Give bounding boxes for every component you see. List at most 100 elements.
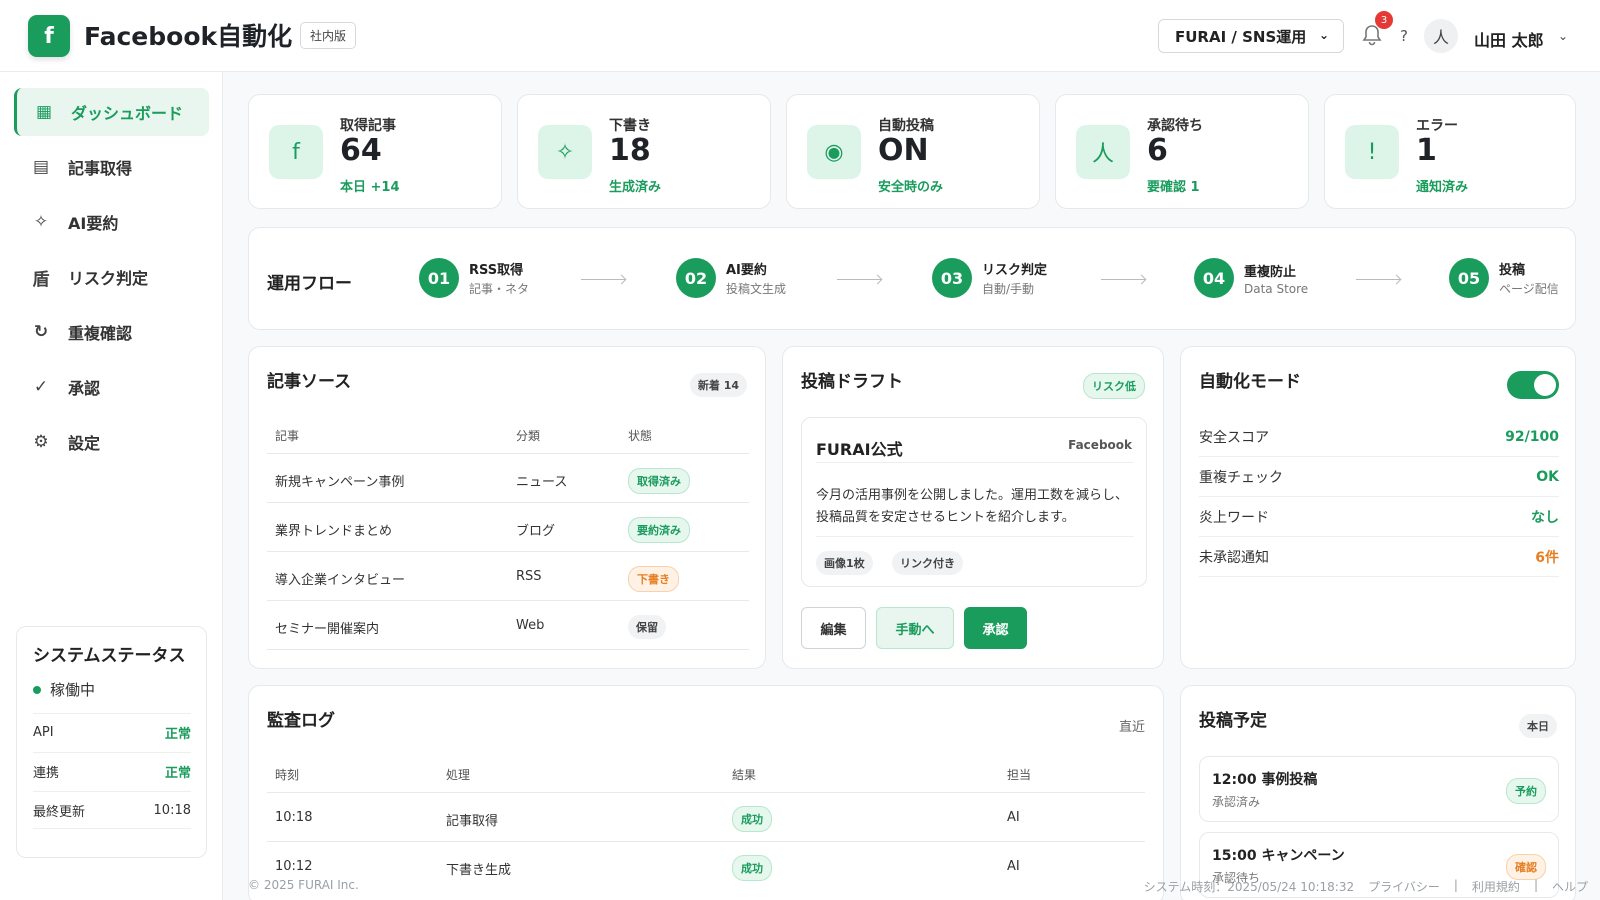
sidebar-item-duplicate-check[interactable]: ↻ 重複確認 bbox=[14, 308, 209, 356]
flow-step-label: 投稿 bbox=[1499, 263, 1526, 278]
column-header[interactable]: 担当 bbox=[1007, 766, 1031, 783]
workspace-selector[interactable]: FURAI / SNS運用 ⌄ bbox=[1158, 19, 1344, 53]
privacy-link[interactable]: プライバシー bbox=[1368, 878, 1440, 895]
status-row-value: 10:18 bbox=[153, 802, 191, 818]
check-icon: ✓ bbox=[33, 377, 49, 397]
status-row-value: 正常 bbox=[164, 727, 191, 742]
flow-step-number: 05 bbox=[1449, 258, 1489, 298]
status-badge: 下書き bbox=[628, 566, 679, 592]
help-icon[interactable]: ? bbox=[1400, 27, 1408, 45]
stat-label: 下書き bbox=[609, 118, 651, 134]
divider bbox=[267, 453, 749, 454]
column-header[interactable]: 状態 bbox=[628, 427, 652, 444]
status-badge: 要約済み bbox=[628, 517, 690, 543]
approve-button[interactable]: 承認 bbox=[964, 607, 1027, 649]
column-header[interactable]: 分類 bbox=[516, 427, 540, 444]
today-badge: 本日 bbox=[1519, 714, 1557, 738]
system-status-card: システムステータス 稼働中 API 正常 連携 正常 最終更新 10:18 bbox=[16, 626, 207, 858]
user-name[interactable]: 山田 太郎 bbox=[1474, 27, 1544, 51]
schedule-title: 15:00 キャンペーン bbox=[1212, 848, 1345, 864]
stat-card-drafts[interactable]: ✧ 下書き 18 生成済み bbox=[517, 94, 771, 209]
status-row-last-updated: 最終更新 10:18 bbox=[33, 791, 191, 829]
column-header[interactable]: 処理 bbox=[446, 766, 470, 783]
sparkle-icon: ✧ bbox=[33, 212, 49, 232]
flow-step-label: 重複防止 bbox=[1244, 264, 1297, 280]
article-category: Web bbox=[516, 618, 545, 633]
sidebar-item-label: リスク判定 bbox=[68, 269, 149, 288]
footer-separator: | bbox=[1453, 878, 1458, 892]
sidebar-item-ai-summary[interactable]: ✧ AI要約 bbox=[14, 198, 209, 246]
sidebar-item-settings[interactable]: ⚙ 設定 bbox=[14, 418, 209, 466]
sidebar-item-label: 記事取得 bbox=[68, 159, 133, 178]
flow-step-number: 04 bbox=[1194, 258, 1234, 298]
schedule-item[interactable]: 12:00 事例投稿 承認済み 予約 bbox=[1199, 756, 1559, 822]
draft-preview[interactable]: FURAI公式 Facebook 今月の活用事例を公開しました。運用工数を減らし… bbox=[801, 417, 1147, 587]
app-logo[interactable]: f bbox=[28, 15, 70, 57]
log-time: 10:12 bbox=[275, 859, 313, 874]
edition-badge: 社内版 bbox=[300, 22, 357, 49]
help-link[interactable]: ヘルプ bbox=[1552, 878, 1588, 895]
stat-label: エラー bbox=[1416, 118, 1458, 134]
stat-card-errors[interactable]: ! エラー 1 通知済み bbox=[1324, 94, 1576, 209]
sidebar-item-risk-check[interactable]: 盾 リスク判定 bbox=[14, 253, 209, 301]
new-count-badge: 新着 14 bbox=[689, 373, 747, 397]
gear-icon: ⚙ bbox=[33, 432, 49, 452]
stat-value: ON bbox=[878, 133, 929, 168]
system-state: 稼働中 bbox=[50, 681, 96, 699]
stat-card-pending-approval[interactable]: 人 承認待ち 6 要確認 1 bbox=[1055, 94, 1309, 209]
edit-button[interactable]: 編集 bbox=[801, 607, 866, 649]
system-time: システム時刻：2025/05/24 10:18:32 bbox=[1143, 880, 1355, 894]
flow-title: 運用フロー bbox=[267, 274, 352, 294]
stat-card-auto-post[interactable]: ◉ 自動投稿 ON 安全時のみ bbox=[786, 94, 1040, 209]
log-action: 記事取得 bbox=[446, 814, 499, 829]
stat-value: 18 bbox=[609, 133, 651, 168]
sidebar-item-approval[interactable]: ✓ 承認 bbox=[14, 363, 209, 411]
stat-value: 64 bbox=[340, 133, 382, 168]
stat-value: 6 bbox=[1147, 133, 1168, 168]
terms-link[interactable]: 利用規約 bbox=[1472, 878, 1520, 895]
sidebar-item-label: 設定 bbox=[68, 434, 101, 453]
column-header[interactable]: 結果 bbox=[732, 766, 756, 783]
chevron-down-icon: ⌄ bbox=[1318, 28, 1329, 42]
panel-title: 投稿予定 bbox=[1199, 711, 1267, 731]
panel-title: 記事ソース bbox=[267, 372, 352, 392]
draft-body-line: 投稿品質を安定させるヒントを紹介します。 bbox=[816, 510, 1075, 525]
status-row-label: 最終更新 bbox=[33, 804, 86, 820]
divider bbox=[267, 551, 749, 552]
avatar[interactable]: 人 bbox=[1424, 19, 1458, 53]
column-header[interactable]: 時刻 bbox=[275, 766, 299, 783]
sidebar-item-dashboard[interactable]: ▦ ダッシュボード bbox=[14, 88, 209, 136]
stat-sub: 要確認 1 bbox=[1147, 180, 1200, 195]
notification-badge: 3 bbox=[1375, 11, 1393, 29]
post-schedule-panel: 投稿予定 本日 12:00 事例投稿 承認済み 予約 15:00 キャンペーン … bbox=[1180, 685, 1576, 900]
recent-filter[interactable]: 直近 bbox=[1119, 716, 1145, 735]
sidebar-item-article-fetch[interactable]: ▤ 記事取得 bbox=[14, 143, 209, 191]
arrow-right-icon bbox=[1101, 279, 1145, 280]
flow-step-label: RSS取得 bbox=[469, 263, 524, 278]
mode-row-safety-score: 安全スコア 92/100 bbox=[1199, 417, 1559, 457]
manual-button[interactable]: 手動へ bbox=[876, 607, 954, 649]
schedule-title: 12:00 事例投稿 bbox=[1212, 772, 1318, 788]
status-badge: 取得済み bbox=[628, 468, 690, 494]
flow-step-sub: ページ配信 bbox=[1499, 282, 1559, 296]
flow-step-label: AI要約 bbox=[726, 263, 767, 278]
article-title: セミナー開催案内 bbox=[275, 622, 380, 637]
automation-mode-panel: 自動化モード 安全スコア 92/100 重複チェック OK 炎上ワード なし 未… bbox=[1180, 346, 1576, 669]
footer-separator: | bbox=[1533, 878, 1538, 892]
column-header[interactable]: 記事 bbox=[275, 427, 299, 444]
page-name: FURAI公式 bbox=[816, 440, 903, 459]
attachment-tag: 画像1枚 bbox=[816, 551, 873, 575]
facebook-icon: f bbox=[269, 125, 323, 179]
automation-toggle[interactable] bbox=[1507, 371, 1559, 399]
log-owner: AI bbox=[1007, 859, 1020, 874]
chevron-down-icon[interactable]: ⌄ bbox=[1558, 29, 1568, 43]
stat-card-articles[interactable]: f 取得記事 64 本日 +14 bbox=[248, 94, 502, 209]
sidebar-item-label: 重複確認 bbox=[68, 324, 133, 343]
article-title: 新規キャンペーン事例 bbox=[275, 475, 405, 490]
flow-step-label: リスク判定 bbox=[982, 263, 1048, 278]
stat-label: 取得記事 bbox=[340, 118, 396, 134]
shield-icon: 盾 bbox=[32, 269, 50, 290]
alert-icon: ! bbox=[1345, 125, 1399, 179]
stat-sub: 生成済み bbox=[609, 180, 662, 195]
panel-title: 監査ログ bbox=[267, 711, 335, 731]
